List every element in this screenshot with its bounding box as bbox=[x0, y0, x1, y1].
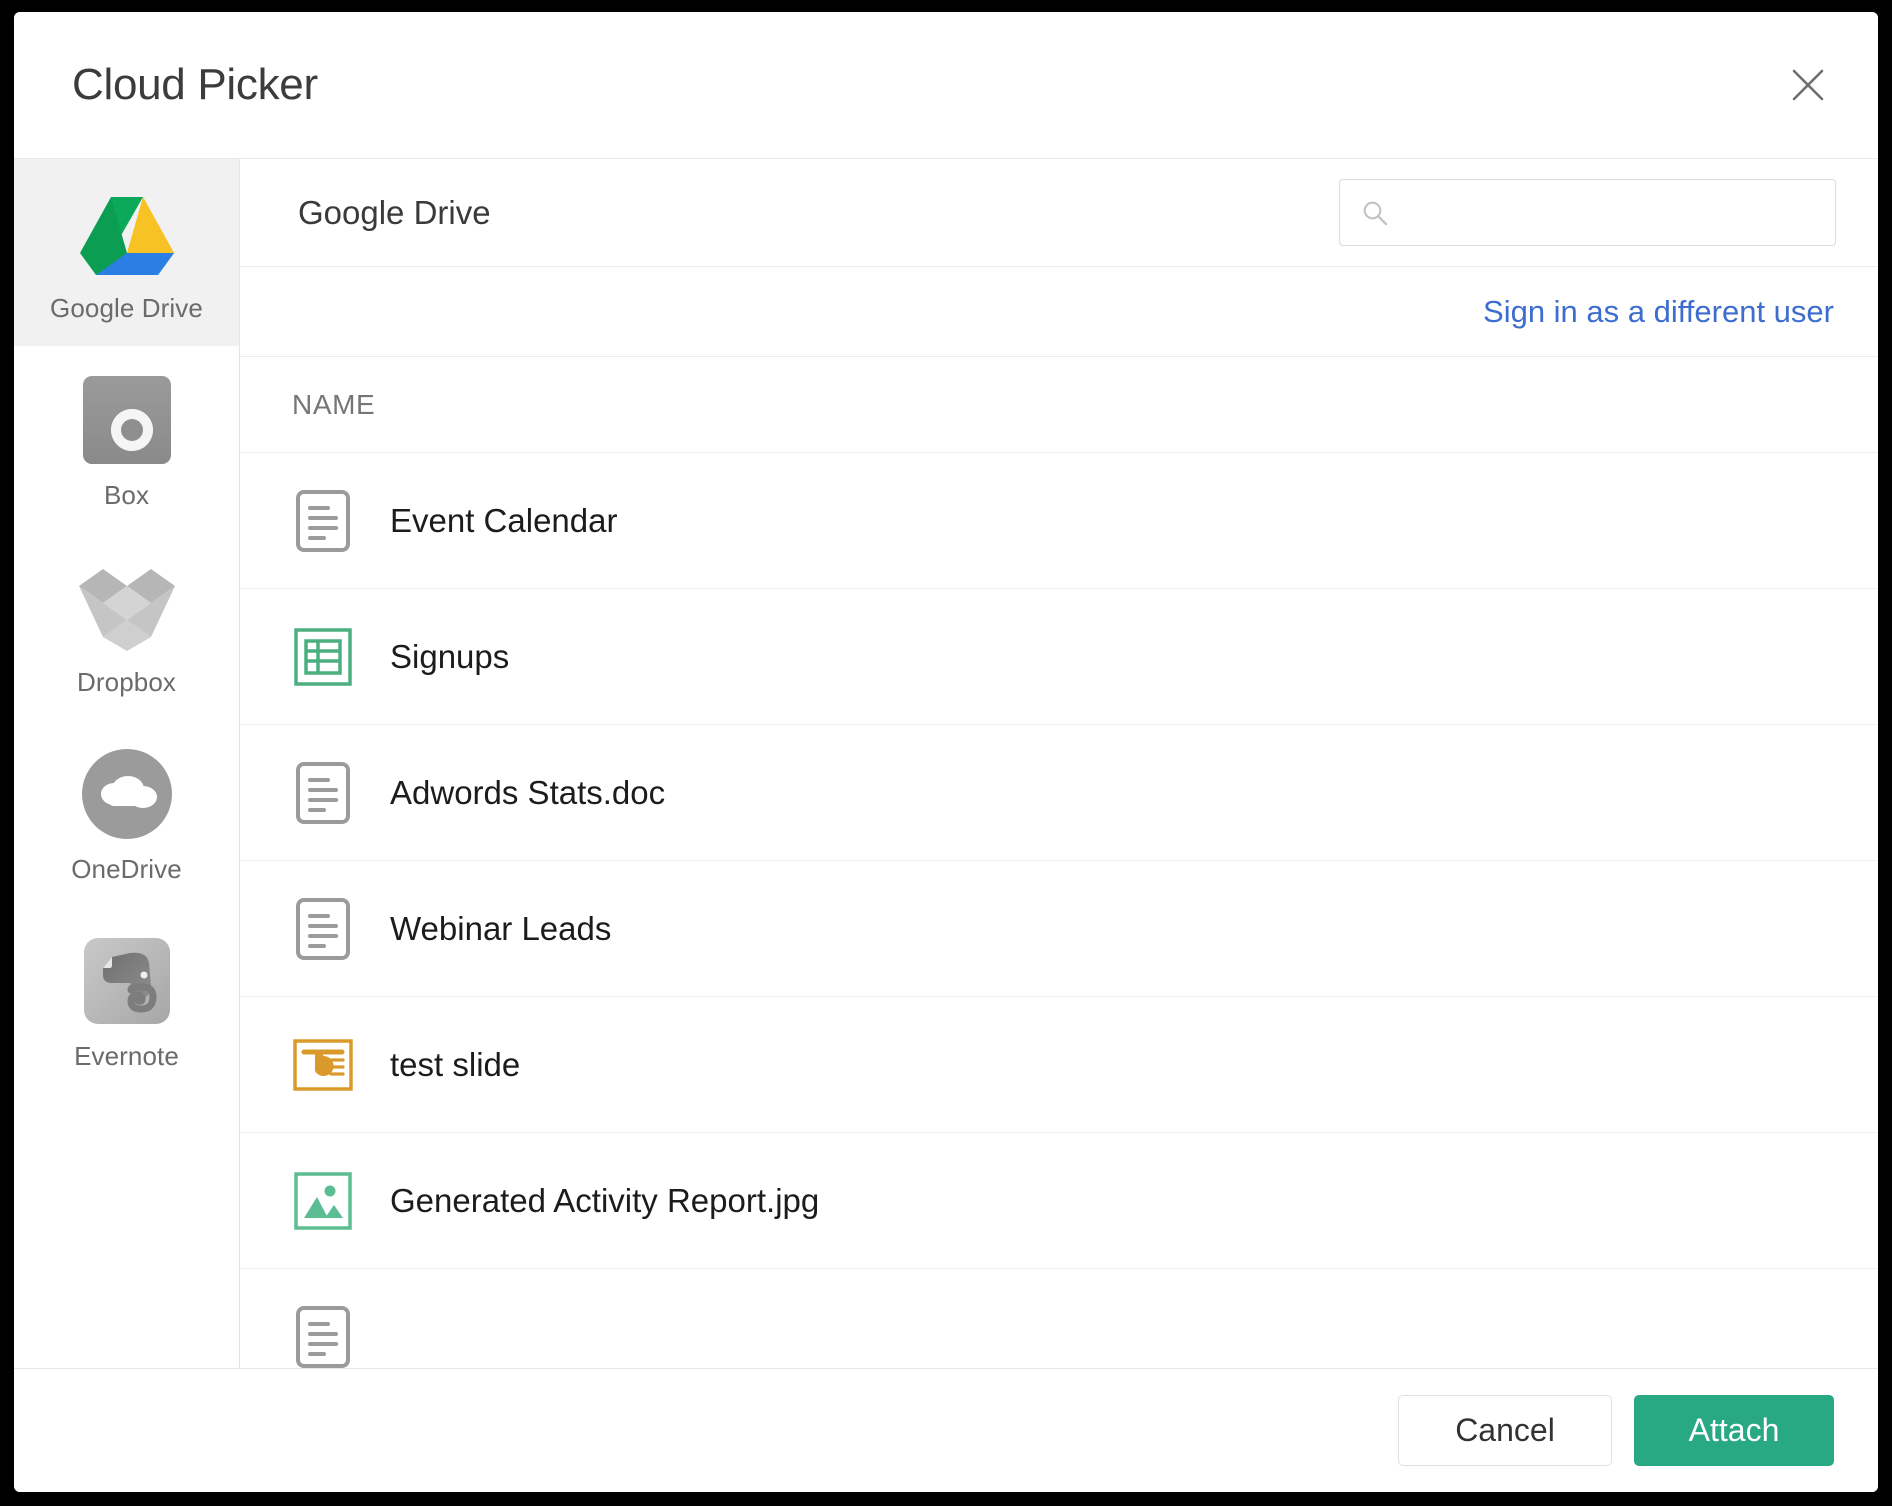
file-name: Generated Activity Report.jpg bbox=[390, 1182, 819, 1220]
service-title: Google Drive bbox=[298, 194, 491, 232]
file-name: Adwords Stats.doc bbox=[390, 774, 665, 812]
table-row[interactable]: Event Calendar bbox=[240, 453, 1878, 589]
spreadsheet-icon bbox=[292, 626, 354, 688]
presentation-icon bbox=[292, 1034, 354, 1096]
screenshot-viewport: Cloud Picker bbox=[0, 0, 1892, 1506]
evernote-icon bbox=[79, 933, 175, 1029]
file-list-column-header: NAME bbox=[240, 357, 1878, 453]
search-input[interactable] bbox=[1339, 179, 1836, 246]
box-icon bbox=[79, 372, 175, 468]
table-row[interactable]: Generated Activity Report.jpg bbox=[240, 1133, 1878, 1269]
content-header: Google Drive bbox=[240, 159, 1878, 267]
close-icon[interactable] bbox=[1782, 59, 1834, 111]
page-title: Cloud Picker bbox=[72, 60, 318, 110]
sidebar-item-label: Evernote bbox=[74, 1041, 179, 1072]
table-row[interactable]: Adwords Stats.doc bbox=[240, 725, 1878, 861]
cancel-button[interactable]: Cancel bbox=[1398, 1395, 1612, 1466]
content-pane: Google Drive Sign in as a different user bbox=[240, 159, 1878, 1368]
sidebar-item-onedrive[interactable]: OneDrive bbox=[14, 720, 239, 907]
sidebar-item-label: Box bbox=[104, 480, 149, 511]
google-drive-icon bbox=[79, 185, 175, 281]
table-row[interactable]: Signups bbox=[240, 589, 1878, 725]
sidebar-item-label: Google Drive bbox=[50, 293, 203, 324]
dropbox-icon bbox=[79, 559, 175, 655]
file-name: Webinar Leads bbox=[390, 910, 611, 948]
dialog-body: Google Drive bbox=[14, 159, 1878, 1368]
column-header-name: NAME bbox=[292, 389, 375, 421]
search-field-wrapper bbox=[1339, 179, 1836, 246]
file-list[interactable]: Event Calendar bbox=[240, 453, 1878, 1368]
cloud-picker-dialog: Cloud Picker bbox=[14, 12, 1878, 1492]
file-name: Signups bbox=[390, 638, 509, 676]
dialog-footer: Cancel Attach bbox=[14, 1368, 1878, 1492]
attach-button[interactable]: Attach bbox=[1634, 1395, 1834, 1466]
image-icon bbox=[292, 1170, 354, 1232]
sign-in-different-user-link[interactable]: Sign in as a different user bbox=[1483, 294, 1834, 330]
document-icon bbox=[292, 898, 354, 960]
document-icon bbox=[292, 1306, 354, 1368]
sidebar-item-evernote[interactable]: Evernote bbox=[14, 907, 239, 1094]
sidebar-item-google-drive[interactable]: Google Drive bbox=[14, 159, 239, 346]
sidebar-item-label: OneDrive bbox=[71, 854, 182, 885]
onedrive-icon bbox=[79, 746, 175, 842]
signin-row: Sign in as a different user bbox=[240, 267, 1878, 357]
sidebar-item-box[interactable]: Box bbox=[14, 346, 239, 533]
file-name: Event Calendar bbox=[390, 502, 617, 540]
table-row[interactable]: test slide bbox=[240, 997, 1878, 1133]
document-icon bbox=[292, 762, 354, 824]
table-row[interactable]: Webinar Leads bbox=[240, 861, 1878, 997]
sidebar-item-dropbox[interactable]: Dropbox bbox=[14, 533, 239, 720]
provider-sidebar: Google Drive bbox=[14, 159, 240, 1368]
document-icon bbox=[292, 490, 354, 552]
sidebar-item-label: Dropbox bbox=[77, 667, 176, 698]
file-name: test slide bbox=[390, 1046, 520, 1084]
dialog-titlebar: Cloud Picker bbox=[14, 12, 1878, 159]
table-row[interactable] bbox=[240, 1269, 1878, 1368]
